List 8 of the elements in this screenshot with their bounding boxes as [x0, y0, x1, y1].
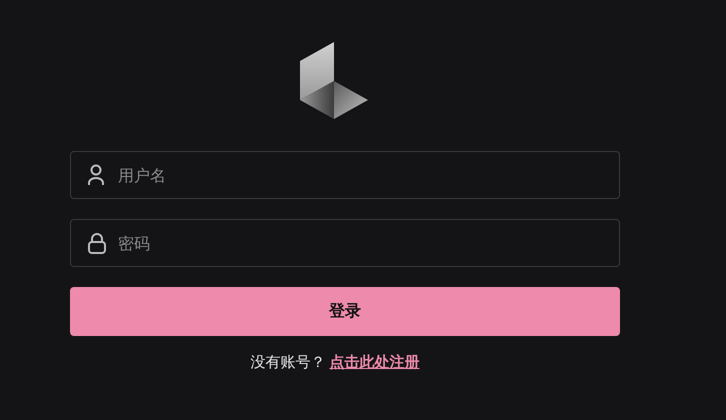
user-icon	[87, 164, 105, 186]
login-button[interactable]: 登录	[70, 287, 620, 336]
register-prompt: 没有账号？	[250, 353, 326, 372]
cube-logo-icon	[300, 42, 370, 121]
username-field[interactable]: 用户名	[70, 151, 620, 199]
lock-icon	[87, 232, 107, 254]
register-link[interactable]: 点击此处注册	[330, 353, 420, 372]
password-field[interactable]: 密码	[70, 219, 620, 267]
